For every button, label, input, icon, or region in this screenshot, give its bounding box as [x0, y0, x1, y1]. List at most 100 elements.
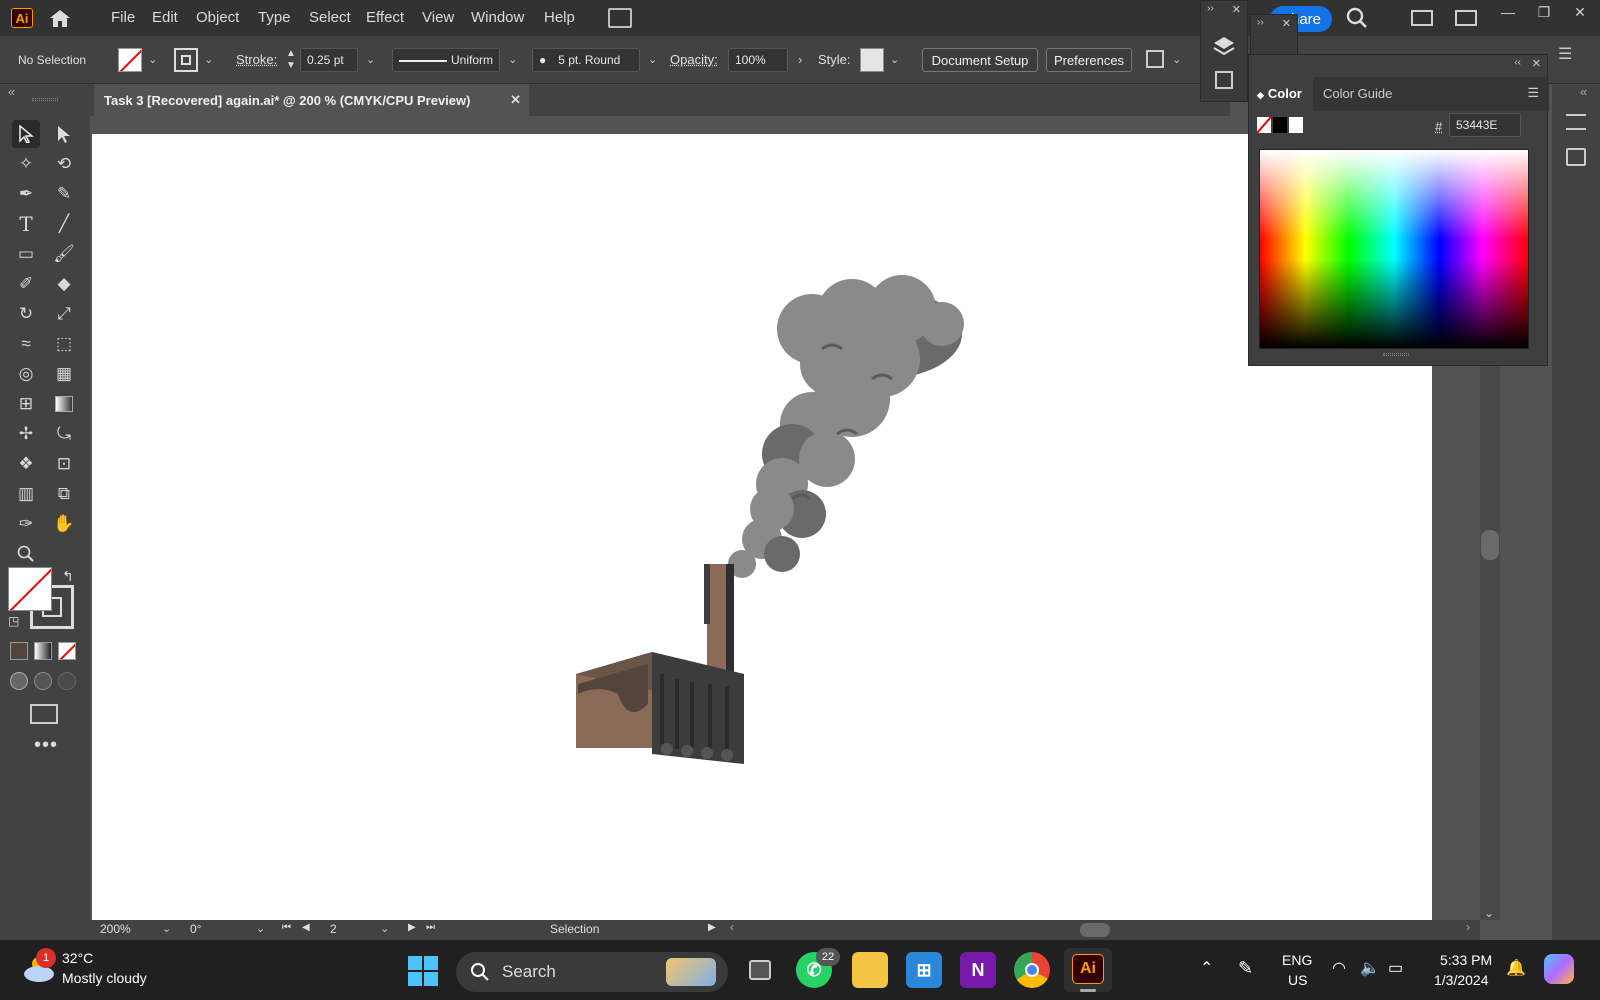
artboards-icon[interactable]: [1215, 71, 1233, 89]
color-mode-icon[interactable]: [10, 642, 28, 660]
arrange-dropdown-icon[interactable]: ⌄: [1172, 53, 1181, 66]
wifi-icon[interactable]: ◠: [1332, 958, 1346, 978]
minimize-icon[interactable]: —: [1494, 4, 1522, 24]
illustrator-taskbar-button[interactable]: Ai: [1064, 948, 1112, 992]
factory-smoke-artwork[interactable]: [92, 134, 1432, 920]
none-mode-icon[interactable]: [58, 642, 76, 660]
color-guide-tab[interactable]: Color Guide: [1323, 77, 1392, 111]
swap-fill-stroke-icon[interactable]: ↰: [62, 568, 74, 585]
language-bottom[interactable]: US: [1288, 972, 1307, 988]
show-hidden-icons-icon[interactable]: ⌃: [1200, 958, 1213, 978]
rotation-dropdown-icon[interactable]: ⌄: [256, 922, 265, 935]
search-icon[interactable]: [1346, 7, 1368, 32]
layers-icon[interactable]: [1213, 35, 1235, 57]
arrange-documents-icon[interactable]: [608, 8, 632, 28]
notifications-icon[interactable]: 🔔: [1506, 958, 1526, 978]
arrange-icon[interactable]: [1146, 50, 1164, 68]
shape-builder-tool-icon[interactable]: ◎: [12, 360, 40, 388]
factory-building[interactable]: [576, 652, 744, 764]
fill-color-box[interactable]: [8, 567, 52, 611]
symbol-sprayer-tool-icon[interactable]: ❖: [12, 450, 40, 478]
menu-select[interactable]: Select: [309, 0, 351, 36]
draw-behind-icon[interactable]: [34, 672, 52, 690]
menu-object[interactable]: Object: [196, 0, 239, 36]
shaper-tool-icon[interactable]: ✐: [12, 270, 40, 298]
taskbar-search-box[interactable]: Search: [456, 952, 728, 992]
menu-help[interactable]: Help: [544, 0, 575, 36]
artboard[interactable]: [92, 134, 1432, 920]
microsoft-store-icon[interactable]: ⊞: [906, 952, 942, 988]
secondary-dock-close-icon[interactable]: ✕: [1282, 17, 1291, 30]
menu-file[interactable]: File: [111, 0, 135, 36]
scroll-down-icon[interactable]: ⌄: [1484, 906, 1494, 920]
zoom-dropdown-icon[interactable]: ⌄: [162, 922, 171, 935]
vertical-scroll-thumb[interactable]: [1481, 530, 1499, 560]
selection-tool-icon[interactable]: [12, 120, 40, 148]
menu-view[interactable]: View: [422, 0, 454, 36]
collapse-toolbar-icon[interactable]: «: [8, 84, 15, 99]
menu-type[interactable]: Type: [258, 0, 291, 36]
panel-layout-icon[interactable]: [1455, 10, 1477, 26]
status-menu-icon[interactable]: ▶: [708, 922, 716, 933]
style-swatch[interactable]: [860, 48, 884, 72]
properties-panel-icon[interactable]: [1566, 114, 1586, 130]
color-tab[interactable]: ◆ Color: [1249, 77, 1313, 111]
last-artboard-icon[interactable]: ⏭: [426, 922, 435, 933]
line-tool-icon[interactable]: ╱: [50, 210, 78, 238]
windows-start-icon[interactable]: [408, 956, 438, 989]
stroke-swatch[interactable]: [174, 48, 198, 72]
weather-temperature[interactable]: 32°C: [62, 950, 93, 966]
color-panel-collapse-icon[interactable]: ‹‹: [1514, 57, 1521, 68]
black-swatch[interactable]: [1273, 117, 1287, 133]
free-transform-tool-icon[interactable]: ⬚: [50, 330, 78, 358]
opacity-input[interactable]: 100%: [728, 48, 788, 72]
blend-tool-icon[interactable]: ✢: [12, 420, 40, 448]
draw-inside-icon[interactable]: [58, 672, 76, 690]
pen-menu-icon[interactable]: ✎: [1238, 958, 1253, 979]
preferences-button[interactable]: Preferences: [1046, 48, 1132, 72]
stroke-swatch-dropdown-icon[interactable]: ⌄: [204, 53, 213, 66]
stroke-profile-dropdown-icon[interactable]: ⌄: [508, 53, 517, 66]
stroke-profile-select[interactable]: Uniform: [392, 48, 500, 72]
magic-wand-tool-icon[interactable]: ✧: [12, 150, 40, 178]
restore-icon[interactable]: ❐: [1530, 4, 1558, 24]
warp-tool-icon[interactable]: ≈: [12, 330, 40, 358]
rectangle-tool-icon[interactable]: ▭: [12, 240, 40, 268]
menu-edit[interactable]: Edit: [152, 0, 178, 36]
perspective-grid-tool-icon[interactable]: ▦: [50, 360, 78, 388]
column-graph-tool-icon[interactable]: ▥: [12, 480, 40, 508]
copilot-icon[interactable]: [1544, 954, 1574, 984]
stroke-stepper-icon[interactable]: ▲ ▼: [286, 48, 296, 72]
dock-expand-icon[interactable]: ››: [1207, 3, 1214, 14]
weather-description[interactable]: Mostly cloudy: [62, 970, 147, 986]
color-panel-close-icon[interactable]: ✕: [1532, 57, 1541, 70]
document-tab[interactable]: Task 3 [Recovered] again.ai* @ 200 % (CM…: [94, 84, 529, 116]
stroke-weight-input[interactable]: 0.25 pt: [300, 48, 358, 72]
eraser-tool-icon[interactable]: ◆: [50, 270, 78, 298]
toolbar-grip[interactable]: [32, 98, 58, 101]
color-spectrum[interactable]: [1259, 149, 1529, 349]
draw-normal-icon[interactable]: [10, 672, 28, 690]
style-dropdown-icon[interactable]: ⌄: [890, 53, 899, 66]
scale-tool-icon[interactable]: ⤢: [50, 300, 78, 328]
language-top[interactable]: ENG: [1282, 952, 1312, 968]
battery-icon[interactable]: ▭: [1388, 958, 1403, 978]
color-panel-menu-icon[interactable]: ☰: [1527, 85, 1539, 101]
fill-dropdown-icon[interactable]: ⌄: [148, 53, 157, 66]
workspace-layout-icon[interactable]: [1411, 10, 1433, 26]
rotate-tool-icon[interactable]: ↻: [12, 300, 40, 328]
white-swatch[interactable]: [1289, 117, 1303, 133]
rotation-value[interactable]: 0°: [190, 922, 201, 936]
eyedropper-alt-tool-icon[interactable]: ✑: [12, 510, 40, 538]
pen-tool-icon[interactable]: ✒: [12, 180, 40, 208]
default-fill-stroke-icon[interactable]: ◳: [8, 614, 19, 628]
file-explorer-icon[interactable]: [852, 952, 888, 988]
secondary-dock-expand-icon[interactable]: ››: [1257, 17, 1264, 28]
hand-tool-icon[interactable]: ✋: [50, 510, 78, 538]
expand-dock-icon[interactable]: «: [1580, 84, 1587, 99]
type-tool-icon[interactable]: T: [12, 210, 40, 238]
first-artboard-icon[interactable]: ⏮: [282, 922, 291, 933]
libraries-panel-icon[interactable]: [1566, 148, 1586, 166]
chimney[interactable]: [704, 564, 734, 676]
slice-tool-icon[interactable]: ⧉: [50, 480, 78, 508]
